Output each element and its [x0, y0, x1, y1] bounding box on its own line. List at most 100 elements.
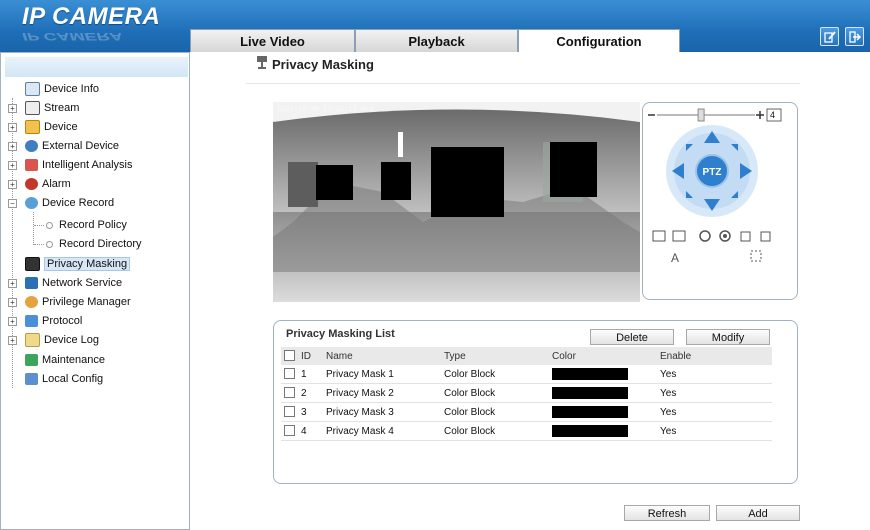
- sidebar-item-intelligent-analysis[interactable]: Intelligent Analysis: [25, 156, 133, 174]
- app-header: IP CAMERA IP CAMERA Live Video Playback …: [0, 0, 870, 52]
- expand-icon[interactable]: +: [8, 317, 17, 326]
- refresh-button[interactable]: Refresh: [624, 505, 710, 521]
- sidebar-item-external-device[interactable]: External Device: [25, 137, 119, 155]
- zoom-step-value: 4: [770, 110, 775, 120]
- expand-icon[interactable]: +: [8, 123, 17, 132]
- tree-connector: [34, 225, 44, 226]
- expand-icon[interactable]: +: [8, 298, 17, 307]
- edit-password-button[interactable]: [820, 27, 839, 46]
- sidebar-item-network-service[interactable]: Network Service: [25, 274, 122, 292]
- logout-icon: [849, 31, 862, 43]
- auto-focus-icon[interactable]: A: [671, 251, 679, 265]
- row-checkbox[interactable]: [284, 406, 295, 418]
- mask-type: Color Block: [444, 421, 552, 441]
- sidebar-header-bar: [5, 57, 188, 77]
- zoom-in-icon[interactable]: [756, 111, 764, 119]
- cruise-icon[interactable]: [760, 231, 771, 242]
- expand-icon[interactable]: +: [8, 279, 17, 288]
- sidebar-item-privacy-masking[interactable]: Privacy Masking: [25, 255, 131, 273]
- stream-icon: [25, 101, 40, 116]
- ptz-controls: 4 PTZ A: [648, 108, 782, 265]
- ptz-center-label: PTZ: [703, 167, 722, 178]
- video-preview[interactable]: 2021-10-30 17:02:12 Wed: [273, 102, 640, 302]
- ptz-panel: 4 PTZ A: [642, 102, 798, 300]
- collapse-icon[interactable]: −: [8, 199, 17, 208]
- expand-icon[interactable]: +: [8, 161, 17, 170]
- mask-name: Privacy Mask 1: [326, 365, 444, 384]
- logout-button[interactable]: [845, 27, 864, 46]
- expand-icon[interactable]: +: [8, 180, 17, 189]
- mask-name: Privacy Mask 3: [326, 402, 444, 422]
- privacy-masking-title-icon: [257, 56, 267, 69]
- sidebar-item-device[interactable]: Device: [25, 118, 78, 136]
- external-device-icon: [25, 140, 38, 153]
- mask-type: Color Block: [444, 402, 552, 422]
- title-divider: [246, 83, 800, 84]
- table-row[interactable]: 3 Privacy Mask 3 Color Block Yes: [281, 402, 772, 422]
- column-header-id: ID: [301, 347, 326, 365]
- expand-icon[interactable]: +: [8, 336, 17, 345]
- delete-button[interactable]: Delete: [590, 329, 674, 345]
- tab-live-video[interactable]: Live Video: [190, 29, 355, 52]
- record-directory-icon: [46, 240, 53, 248]
- sidebar-item-device-record[interactable]: Device Record: [25, 194, 114, 212]
- modify-button[interactable]: Modify: [686, 329, 770, 345]
- page-title: Privacy Masking: [272, 57, 374, 72]
- column-header-type: Type: [444, 347, 552, 365]
- mask-enable: Yes: [660, 383, 772, 403]
- table-row[interactable]: 1 Privacy Mask 1 Color Block Yes: [281, 365, 772, 384]
- sidebar-item-privilege-manager[interactable]: Privilege Manager: [25, 293, 131, 311]
- mask-table: ID Name Type Color Enable 1 Privacy Mask…: [281, 347, 772, 441]
- video-frame: 2021-10-30 17:02:12 Wed: [273, 102, 640, 302]
- add-button[interactable]: Add: [716, 505, 800, 521]
- mask-color-swatch: [552, 368, 628, 380]
- sidebar-item-maintenance[interactable]: Maintenance: [25, 351, 105, 369]
- select-all-checkbox[interactable]: [284, 350, 295, 362]
- table-header-row: ID Name Type Color Enable: [281, 347, 772, 365]
- sidebar: Device Info + Stream + Device + External…: [0, 52, 190, 530]
- privilege-manager-icon: [25, 296, 38, 309]
- row-checkbox[interactable]: [284, 368, 295, 380]
- sidebar-item-record-policy[interactable]: Record Policy: [46, 216, 127, 234]
- tab-configuration[interactable]: Configuration: [518, 29, 680, 52]
- focus-near-icon[interactable]: [652, 230, 666, 242]
- mask-color-swatch: [552, 425, 628, 437]
- area-zoom-icon[interactable]: [750, 250, 762, 262]
- iris-open-icon[interactable]: [699, 230, 711, 242]
- zoom-slider-thumb[interactable]: [697, 108, 705, 122]
- sidebar-item-local-config[interactable]: Local Config: [25, 370, 103, 388]
- mask-type: Color Block: [444, 365, 552, 384]
- network-service-icon: [25, 277, 38, 290]
- sidebar-item-device-info[interactable]: Device Info: [25, 80, 99, 98]
- mask-id: 4: [301, 421, 326, 441]
- osd-timestamp: 2021-10-30 17:02:12 Wed: [277, 106, 374, 114]
- table-row[interactable]: 4 Privacy Mask 4 Color Block Yes: [281, 421, 772, 441]
- focus-far-icon[interactable]: [672, 230, 686, 242]
- mask-color-swatch: [552, 406, 628, 418]
- row-checkbox[interactable]: [284, 387, 295, 399]
- mask-enable: Yes: [660, 402, 772, 422]
- sidebar-item-record-directory[interactable]: Record Directory: [46, 235, 142, 253]
- protocol-icon: [25, 315, 38, 328]
- column-header-name: Name: [326, 347, 444, 365]
- sidebar-item-alarm[interactable]: Alarm: [25, 175, 71, 193]
- preset-icon[interactable]: [740, 231, 751, 242]
- mask-name: Privacy Mask 4: [326, 421, 444, 441]
- table-row[interactable]: 2 Privacy Mask 2 Color Block Yes: [281, 383, 772, 403]
- device-icon: [25, 120, 40, 135]
- sidebar-item-protocol[interactable]: Protocol: [25, 312, 82, 330]
- mask-enable: Yes: [660, 365, 772, 384]
- expand-icon[interactable]: +: [8, 104, 17, 113]
- mask-name: Privacy Mask 2: [326, 383, 444, 403]
- tab-playback[interactable]: Playback: [355, 29, 518, 52]
- column-header-enable: Enable: [660, 347, 772, 365]
- sidebar-item-stream[interactable]: Stream: [25, 99, 79, 117]
- maintenance-icon: [25, 354, 38, 367]
- sidebar-item-device-log[interactable]: Device Log: [25, 331, 99, 349]
- device-log-icon: [25, 333, 40, 348]
- row-checkbox[interactable]: [284, 425, 295, 437]
- record-policy-icon: [46, 221, 53, 229]
- list-title: Privacy Masking List: [286, 328, 395, 340]
- expand-icon[interactable]: +: [8, 142, 17, 151]
- privacy-masking-list-panel: Privacy Masking List Delete Modify ID Na…: [273, 320, 798, 484]
